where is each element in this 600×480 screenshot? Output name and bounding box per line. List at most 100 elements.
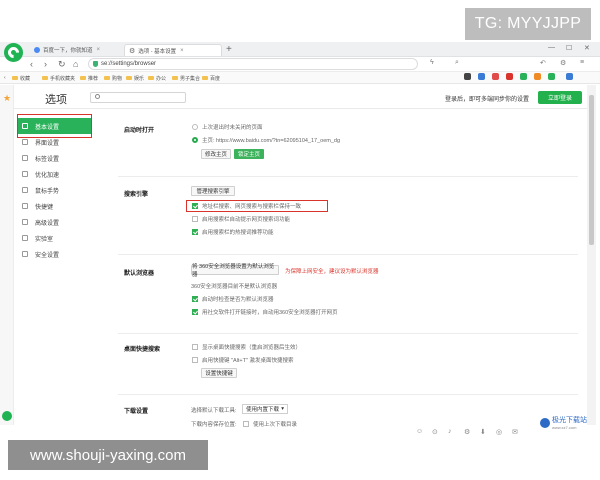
minimize-icon[interactable]: —	[548, 44, 555, 51]
settings-search-input[interactable]	[90, 92, 186, 103]
download-tool-label: 选择默认下载工具:	[191, 408, 237, 414]
tab-baidu[interactable]: 百度一下，你就知道 ×	[30, 44, 122, 56]
default-warning: 为保障上网安全，建议设为默认浏览器	[285, 269, 379, 275]
default-browser-title: 默认浏览器	[124, 271, 155, 277]
sidebar-item-optimize[interactable]: 优化加速	[22, 167, 59, 181]
login-button[interactable]: 立即登录	[538, 91, 582, 104]
download-tool-select[interactable]: 使用内置下载 ▾	[242, 404, 288, 414]
set-default-button[interactable]: 将 360安全浏览器设置为默认浏览器	[191, 264, 279, 278]
home-icon[interactable]: ⌂	[73, 58, 78, 70]
sidebar-item-gestures[interactable]: 鼠标手势	[22, 183, 59, 197]
mail-icon[interactable]	[478, 73, 485, 80]
browser-mini-logo-icon[interactable]	[2, 411, 12, 421]
checkbox[interactable]	[243, 421, 249, 427]
sidebar-item-interface[interactable]: 界面设置	[22, 135, 59, 149]
close-icon[interactable]: ×	[97, 47, 101, 53]
hotkey-setup-button[interactable]: 设置快捷键	[201, 368, 237, 378]
radio-selected[interactable]	[192, 137, 198, 143]
social-open-option[interactable]: 用社交软件打开链接时，自动用360安全浏览器打开网页	[192, 308, 338, 316]
scrollbar[interactable]	[587, 85, 596, 425]
checkbox[interactable]	[192, 344, 198, 350]
keyboard-icon	[22, 203, 28, 209]
maximize-icon[interactable]: ☐	[566, 44, 572, 52]
bookmark-item[interactable]: 办公	[148, 73, 166, 83]
sidebar-item-shortcuts[interactable]: 快捷键	[22, 199, 53, 213]
status-icon[interactable]: ☺	[416, 428, 423, 435]
manage-search-engine-button[interactable]: 管理搜索引擎	[191, 186, 235, 196]
desktop-search-hotkey-option[interactable]: 启用快捷键 "Alt+T" 激发桌面快捷搜索	[192, 356, 293, 364]
screenshot-icon[interactable]	[464, 73, 471, 80]
check-default-option[interactable]: 启动时检查是否为默认浏览器	[192, 295, 274, 303]
search-auto-option[interactable]: 启用搜索栏自动提示网页搜索词功能	[192, 215, 290, 223]
bookmark-item[interactable]: 娱乐	[126, 73, 144, 83]
gear-icon: ⚙	[129, 47, 136, 55]
sidebar-item-lab[interactable]: 实验室	[22, 231, 53, 245]
bookmark-item[interactable]: 推荐	[80, 73, 98, 83]
folder-icon	[148, 76, 154, 80]
lock-home-button[interactable]: 锁定主页	[234, 149, 264, 159]
startup-home-option[interactable]: 主页: https://www.baidu.com/?tn=62095104_1…	[192, 136, 340, 144]
interface-icon	[22, 139, 28, 145]
refresh-icon[interactable]: ↻	[58, 58, 66, 70]
sidebar-item-advanced[interactable]: 高级设置	[22, 215, 59, 229]
undo-icon[interactable]: ↶	[540, 59, 546, 67]
login-tip: 登录后，即可多端同步你的设置	[445, 97, 530, 103]
folder-icon	[80, 76, 86, 80]
radio[interactable]	[192, 124, 198, 130]
bookmark-item[interactable]: 收藏	[12, 73, 30, 83]
back-icon[interactable]: ‹	[30, 58, 33, 70]
divider	[118, 394, 578, 395]
clean-icon[interactable]	[520, 73, 527, 80]
download-last-dir-option[interactable]: 使用上次下载目录	[243, 420, 297, 428]
forward-icon[interactable]: ›	[44, 58, 47, 70]
browser-logo-icon[interactable]	[4, 43, 23, 62]
page-title: 选项	[45, 94, 67, 106]
bookmark-item[interactable]: 百度	[202, 73, 220, 83]
bookmark-item[interactable]: 购物	[104, 73, 122, 83]
extensions-icon[interactable]: ⚙	[560, 59, 566, 67]
checkbox-checked[interactable]	[192, 309, 198, 315]
sidebar-item-tabs[interactable]: 标签设置	[22, 151, 59, 165]
checkbox[interactable]	[192, 216, 198, 222]
close-window-icon[interactable]: ✕	[584, 44, 590, 52]
divider	[118, 176, 578, 177]
watermark-bottom: www.shouji-yaxing.com	[8, 440, 208, 470]
desktop-search-show-option[interactable]: 显示桌面快捷搜索（重启浏览器后生效）	[192, 343, 301, 351]
status-icon[interactable]: ◎	[496, 428, 502, 436]
search-hot-option[interactable]: 启用搜索栏的热搜词推荐功能	[192, 228, 274, 236]
translate-icon[interactable]	[534, 73, 541, 80]
game-icon[interactable]	[492, 73, 499, 80]
checkbox-checked[interactable]	[192, 296, 198, 302]
status-icon[interactable]: ⊙	[432, 428, 438, 436]
close-icon[interactable]: ×	[180, 48, 184, 54]
sidebar-item-security[interactable]: 安全设置	[22, 247, 59, 261]
security-icon[interactable]	[548, 73, 555, 80]
search-engine-icon[interactable]: ⌕	[455, 59, 459, 67]
status-icon[interactable]: ⚙	[464, 428, 470, 436]
divider	[118, 254, 578, 255]
status-icon[interactable]: ⬇	[480, 428, 486, 436]
checkbox[interactable]	[192, 357, 198, 363]
checkbox-checked[interactable]	[192, 229, 198, 235]
tab-settings[interactable]: ⚙ 选项 - 基本设置 ×	[124, 44, 222, 56]
address-bar[interactable]: se://settings/browser	[88, 58, 418, 70]
bookmark-item[interactable]: 男子集合	[172, 73, 200, 83]
download-dir-label: 下载内容保存位置:	[191, 422, 237, 428]
lightning-icon[interactable]: ϟ	[430, 59, 434, 66]
startup-restore-option[interactable]: 上次退出时未关闭的页面	[192, 123, 263, 131]
favorites-star-icon[interactable]: ★	[3, 93, 11, 104]
bookmarks-arrow-icon[interactable]: ‹	[4, 73, 6, 83]
edit-home-button[interactable]: 修改主页	[201, 149, 231, 159]
new-tab-button[interactable]: +	[226, 44, 232, 56]
search-sync-highlight-box	[186, 200, 328, 212]
scrollbar-thumb[interactable]	[589, 95, 594, 245]
status-icon[interactable]: ✉	[512, 428, 518, 436]
video-icon[interactable]	[506, 73, 513, 80]
user-icon[interactable]	[566, 73, 573, 80]
folder-icon	[126, 76, 132, 80]
logo-mark-icon	[540, 417, 550, 428]
bookmark-item[interactable]: 手机收藏夹	[42, 73, 75, 83]
menu-icon[interactable]: ≡	[580, 59, 584, 66]
divider	[118, 333, 578, 334]
status-icon[interactable]: ♪	[448, 428, 452, 435]
